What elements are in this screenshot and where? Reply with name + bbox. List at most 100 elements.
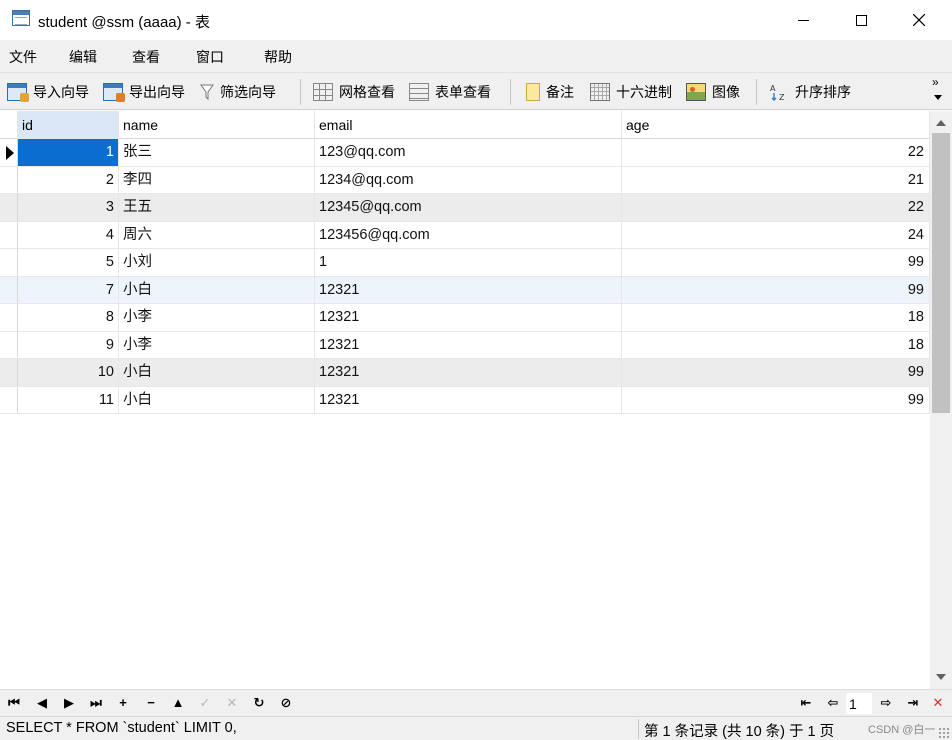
row-indicator[interactable]	[0, 166, 18, 193]
column-header-name[interactable]: name	[119, 111, 315, 139]
cell-age[interactable]: 21	[622, 166, 930, 193]
add-record-button[interactable]: +	[115, 695, 131, 711]
row-indicator[interactable]	[0, 194, 18, 221]
menu-edit[interactable]: 编辑	[69, 47, 97, 67]
row-indicator[interactable]	[0, 359, 18, 386]
cell-age[interactable]: 22	[622, 194, 930, 221]
menu-file[interactable]: 文件	[9, 47, 37, 67]
cell-email[interactable]: 12345@qq.com	[315, 194, 622, 221]
chevron-down-icon[interactable]	[934, 95, 942, 100]
row-indicator[interactable]	[0, 139, 18, 166]
first-page-button[interactable]: ⇤	[798, 695, 814, 711]
discard-button[interactable]: ✕	[224, 695, 240, 711]
cell-age[interactable]: 22	[622, 139, 930, 166]
row-indicator[interactable]	[0, 276, 18, 303]
cell-email[interactable]: 123@qq.com	[315, 139, 622, 166]
stop-button[interactable]: ⊘	[278, 695, 294, 711]
table-row[interactable]: 9 小李 12321 18	[0, 331, 930, 359]
menu-view[interactable]: 查看	[132, 47, 160, 67]
settings-icon[interactable]: ✕	[930, 695, 946, 711]
prev-page-button[interactable]: ⇦	[825, 695, 841, 711]
cell-email[interactable]: 12321	[315, 331, 622, 358]
memo-button[interactable]: 备注	[526, 81, 574, 103]
cell-id[interactable]: 11	[18, 386, 119, 413]
cell-id[interactable]: 4	[18, 221, 119, 248]
cell-email[interactable]: 1	[315, 249, 622, 276]
cell-id[interactable]: 2	[18, 166, 119, 193]
row-indicator[interactable]	[0, 386, 18, 413]
cell-id[interactable]: 1	[18, 139, 119, 166]
import-wizard-button[interactable]: 导入向导	[7, 81, 89, 103]
maximize-button[interactable]	[832, 0, 890, 40]
cell-email[interactable]: 123456@qq.com	[315, 221, 622, 248]
table-row[interactable]: 4 周六 123456@qq.com 24	[0, 221, 930, 249]
scroll-up-icon[interactable]	[936, 120, 946, 126]
table-row[interactable]: 8 小李 12321 18	[0, 304, 930, 332]
cell-age[interactable]: 99	[622, 359, 930, 386]
cell-name[interactable]: 张三	[119, 139, 315, 166]
menu-help[interactable]: 帮助	[264, 47, 292, 67]
cell-id[interactable]: 7	[18, 276, 119, 303]
toolbar-overflow-button[interactable]: »	[932, 75, 939, 89]
vertical-scrollbar[interactable]	[930, 111, 952, 689]
cell-name[interactable]: 王五	[119, 194, 315, 221]
column-header-age[interactable]: age	[622, 111, 930, 139]
cell-name[interactable]: 小白	[119, 359, 315, 386]
table-row[interactable]: 11 小白 12321 99	[0, 386, 930, 414]
row-indicator[interactable]	[0, 331, 18, 358]
cell-name[interactable]: 小李	[119, 304, 315, 331]
cell-email[interactable]: 12321	[315, 386, 622, 413]
cell-id[interactable]: 8	[18, 304, 119, 331]
grid-view-button[interactable]: 网格查看	[313, 81, 395, 103]
last-page-button[interactable]: ⇥	[905, 695, 921, 711]
apply-changes-button[interactable]: ▲	[170, 695, 186, 711]
next-record-button[interactable]: ▶	[61, 695, 77, 711]
table-row[interactable]: 3 王五 12345@qq.com 22	[0, 194, 930, 222]
close-button[interactable]	[890, 0, 948, 40]
cell-age[interactable]: 99	[622, 276, 930, 303]
sort-ascending-button[interactable]: AZ 升序排序	[769, 81, 851, 103]
cell-age[interactable]: 99	[622, 249, 930, 276]
table-row[interactable]: 7 小白 12321 99	[0, 276, 930, 304]
table-row[interactable]: 1 张三 123@qq.com 22	[0, 139, 930, 167]
first-record-button[interactable]: ⏮	[6, 695, 22, 711]
cell-age[interactable]: 99	[622, 386, 930, 413]
row-indicator[interactable]	[0, 304, 18, 331]
cell-email[interactable]: 1234@qq.com	[315, 166, 622, 193]
data-grid[interactable]: id name email age 1 张三 123@qq.com 22 2 李四 1234…	[0, 111, 930, 689]
column-header-id[interactable]: id	[18, 111, 119, 139]
delete-record-button[interactable]: −	[143, 695, 159, 711]
menu-window[interactable]: 窗口	[196, 47, 224, 67]
cell-id[interactable]: 10	[18, 359, 119, 386]
cell-id[interactable]: 3	[18, 194, 119, 221]
cell-id[interactable]: 9	[18, 331, 119, 358]
cell-name[interactable]: 李四	[119, 166, 315, 193]
table-row[interactable]: 5 小刘 1 99	[0, 249, 930, 277]
form-view-button[interactable]: 表单查看	[409, 81, 491, 103]
cell-age[interactable]: 18	[622, 331, 930, 358]
cell-name[interactable]: 周六	[119, 221, 315, 248]
confirm-button[interactable]: ✓	[197, 695, 213, 711]
scrollbar-thumb[interactable]	[932, 133, 950, 413]
cell-age[interactable]: 18	[622, 304, 930, 331]
page-number-input[interactable]: 1	[846, 693, 872, 714]
image-button[interactable]: 图像	[686, 81, 740, 103]
row-indicator[interactable]	[0, 249, 18, 276]
cell-email[interactable]: 12321	[315, 276, 622, 303]
cell-email[interactable]: 12321	[315, 359, 622, 386]
cell-age[interactable]: 24	[622, 221, 930, 248]
cell-email[interactable]: 12321	[315, 304, 622, 331]
cell-id[interactable]: 5	[18, 249, 119, 276]
resize-grip[interactable]	[938, 727, 950, 739]
cell-name[interactable]: 小白	[119, 386, 315, 413]
scroll-down-icon[interactable]	[936, 674, 946, 680]
cell-name[interactable]: 小白	[119, 276, 315, 303]
next-page-button[interactable]: ⇨	[878, 695, 894, 711]
export-wizard-button[interactable]: 导出向导	[103, 81, 185, 103]
prev-record-button[interactable]: ◀	[34, 695, 50, 711]
cell-name[interactable]: 小刘	[119, 249, 315, 276]
row-indicator[interactable]	[0, 221, 18, 248]
table-row[interactable]: 2 李四 1234@qq.com 21	[0, 166, 930, 194]
column-header-email[interactable]: email	[315, 111, 622, 139]
cell-name[interactable]: 小李	[119, 331, 315, 358]
